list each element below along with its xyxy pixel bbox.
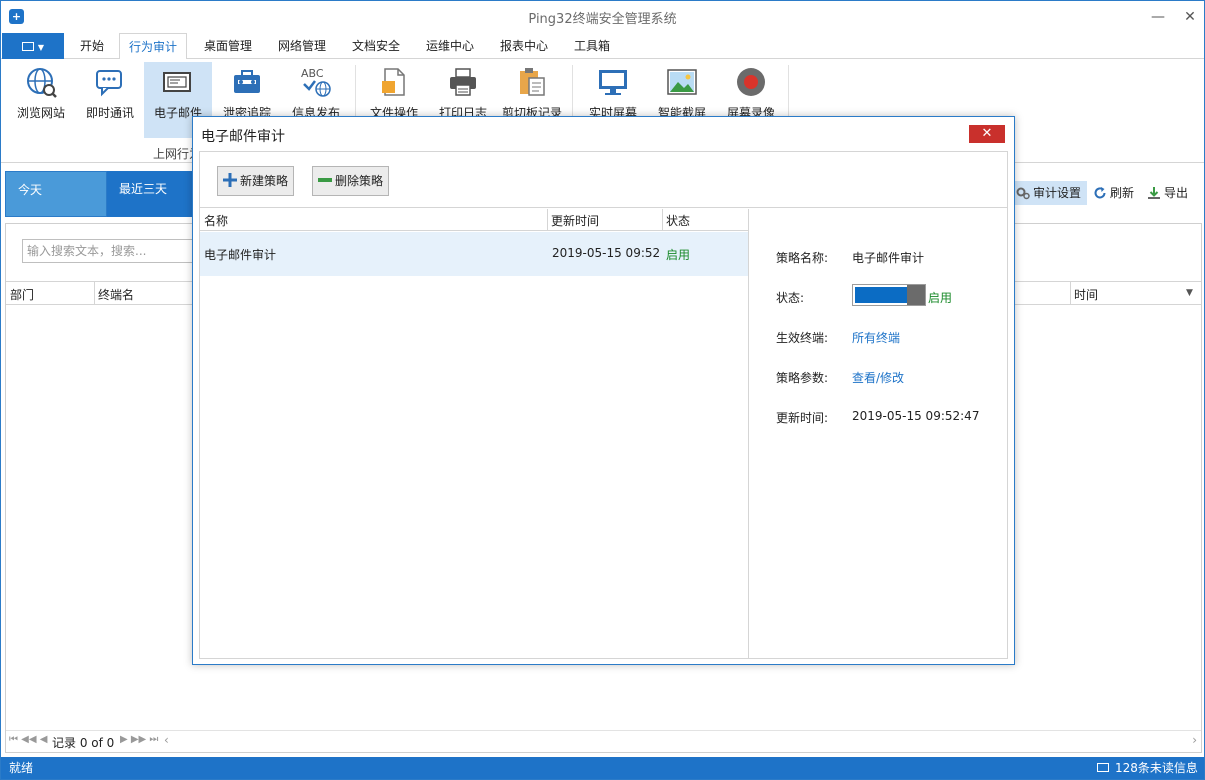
tab-toolbox[interactable]: 工具箱 <box>565 33 619 59</box>
column-divider <box>662 209 663 231</box>
chevron-down-icon: ▼ <box>37 43 44 52</box>
audit-settings-button[interactable]: 审计设置 <box>1013 181 1087 205</box>
refresh-label: 刷新 <box>1110 186 1135 200</box>
column-terminal-name[interactable]: 终端名 <box>98 286 134 303</box>
column-status[interactable]: 状态 <box>666 212 690 229</box>
download-icon <box>1148 187 1160 199</box>
policy-list: 名称 更新时间 状态 电子邮件审计 2019-05-15 09:52 启用 <box>200 209 749 658</box>
column-time[interactable]: 时间 <box>1074 286 1098 303</box>
detail-status-value: 启用 <box>928 291 953 305</box>
detail-params-label: 策略参数: <box>776 371 829 385</box>
sort-dropdown-icon[interactable]: ▼ <box>1186 288 1193 298</box>
detail-updated-label: 更新时间: <box>776 411 829 425</box>
scroll-right-icon[interactable]: › <box>1192 733 1197 747</box>
app-window: + Ping32终端安全管理系统 — ✕ ▼ 开始 行为审计 桌面管理 网络管理… <box>0 0 1205 780</box>
window-title: Ping32终端安全管理系统 <box>528 12 677 27</box>
tab-behavior-audit[interactable]: 行为审计 <box>119 33 188 60</box>
svg-text:ABC: ABC <box>301 67 324 80</box>
pager-nav-next-icon[interactable]: ▶ ▶▶ ⏭ <box>120 734 158 745</box>
column-updated[interactable]: 更新时间 <box>551 212 599 229</box>
abc-globe-icon: ABC <box>301 67 331 97</box>
column-divider <box>547 209 548 231</box>
briefcase-icon <box>234 70 260 93</box>
ribbon-browse-web-button[interactable]: 浏览网站 <box>7 62 75 138</box>
detail-params-link[interactable]: 查看/修改 <box>852 369 904 386</box>
detail-updated-value: 2019-05-15 09:52:47 <box>852 409 980 423</box>
column-divider <box>94 282 95 304</box>
scroll-left-icon[interactable]: ‹ <box>164 733 169 747</box>
ribbon-tab-bar: ▼ 开始 行为审计 桌面管理 网络管理 文档安全 运维中心 报表中心 工具箱 <box>1 33 1204 60</box>
new-policy-button[interactable]: 新建策略 <box>217 166 295 196</box>
policy-list-header: 名称 更新时间 状态 <box>200 209 748 231</box>
policy-row[interactable]: 电子邮件审计 2019-05-15 09:52 启用 <box>200 232 748 276</box>
status-bar: 就绪 128条未读信息 <box>1 757 1204 779</box>
clipboard-icon <box>520 68 545 96</box>
export-label: 导出 <box>1164 186 1189 200</box>
status-toggle[interactable] <box>852 284 926 306</box>
email-audit-dialog: 电子邮件审计 ✕ 新建策略 删除策略 名称 更新时间 状态 电子邮件审计 201… <box>192 116 1015 665</box>
dialog-close-button[interactable]: ✕ <box>969 125 1005 143</box>
audit-settings-label: 审计设置 <box>1033 186 1082 200</box>
refresh-button[interactable]: 刷新 <box>1090 181 1140 205</box>
toggle-fill <box>855 287 907 303</box>
policy-row-name: 电子邮件审计 <box>204 248 277 262</box>
status-text: 就绪 <box>9 761 34 775</box>
chat-icon <box>96 70 122 97</box>
ribbon-label: 即时通讯 <box>85 106 134 120</box>
globe-icon <box>27 68 57 98</box>
plus-icon <box>223 173 237 187</box>
dialog-body: 新建策略 删除策略 名称 更新时间 状态 电子邮件审计 2019-05-15 0… <box>199 151 1008 659</box>
tab-ops-center[interactable]: 运维中心 <box>417 33 483 59</box>
new-policy-label: 新建策略 <box>240 174 289 188</box>
app-menu-button[interactable]: ▼ <box>2 33 64 59</box>
monitor-icon <box>599 70 627 95</box>
detail-terminal-label: 生效终端: <box>776 331 829 345</box>
ribbon-im-button[interactable]: 即时通讯 <box>76 62 144 138</box>
refresh-icon <box>1094 187 1106 199</box>
policy-detail-panel: 策略名称: 电子邮件审计 状态: 启用 生效终端: 所有终端 策略参数: 查看/… <box>750 209 1007 658</box>
grid-pager: ⏮ ◀◀ ◀ 记录 0 of 0 ▶ ▶▶ ⏭ ‹ › <box>6 730 1201 752</box>
minus-icon <box>318 178 332 182</box>
delete-policy-button[interactable]: 删除策略 <box>312 166 390 196</box>
date-tab-today[interactable]: 今天 <box>5 171 107 217</box>
export-button[interactable]: 导出 <box>1144 181 1196 205</box>
tab-network-management[interactable]: 网络管理 <box>269 33 335 59</box>
record-icon <box>737 68 765 96</box>
menu-grid-icon <box>22 42 34 51</box>
printer-icon <box>450 68 476 96</box>
title-bar: + Ping32终端安全管理系统 — ✕ <box>1 1 1204 33</box>
detail-name-label: 策略名称: <box>776 251 829 265</box>
pager-nav-first-icon[interactable]: ⏮ ◀◀ ◀ <box>9 734 47 745</box>
tab-desktop-management[interactable]: 桌面管理 <box>195 33 261 59</box>
dialog-toolbar: 新建策略 删除策略 <box>200 152 1007 208</box>
column-name[interactable]: 名称 <box>204 212 228 229</box>
search-input[interactable]: 输入搜索文本，搜索... <box>22 239 197 263</box>
detail-name-value: 电子邮件审计 <box>852 251 925 265</box>
detail-status-label: 状态: <box>776 291 805 305</box>
close-window-button[interactable]: ✕ <box>1179 7 1201 27</box>
policy-row-status: 启用 <box>666 248 691 262</box>
dialog-title: 电子邮件审计 <box>201 129 285 145</box>
column-department[interactable]: 部门 <box>10 286 34 303</box>
gear-icon <box>1016 187 1030 200</box>
ribbon-label: 浏览网站 <box>16 106 65 120</box>
file-icon <box>382 68 405 96</box>
mail-icon <box>163 72 191 92</box>
toggle-knob <box>907 285 925 305</box>
unread-messages[interactable]: 128条未读信息 <box>1115 757 1198 779</box>
pager-record-count: 记录 0 of 0 <box>52 736 115 750</box>
column-divider <box>1070 282 1071 304</box>
tab-start[interactable]: 开始 <box>71 33 113 59</box>
message-icon <box>1097 763 1109 772</box>
tab-document-security[interactable]: 文档安全 <box>343 33 409 59</box>
minimize-button[interactable]: — <box>1147 7 1169 27</box>
image-icon <box>667 69 697 95</box>
tab-report-center[interactable]: 报表中心 <box>491 33 557 59</box>
policy-row-updated: 2019-05-15 09:52 <box>552 246 661 260</box>
detail-terminal-link[interactable]: 所有终端 <box>852 329 900 346</box>
delete-policy-label: 删除策略 <box>335 174 384 188</box>
